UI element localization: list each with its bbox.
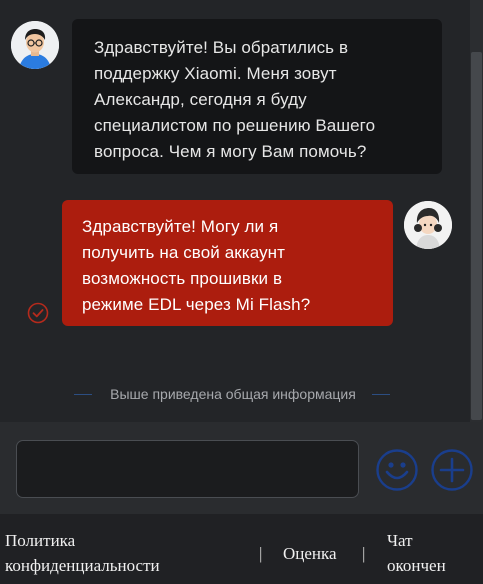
chat-ended-status: Чат окончен (387, 531, 446, 575)
rate-link[interactable]: Оценка (283, 541, 337, 566)
message-input[interactable] (16, 440, 359, 498)
footer-separator: | (259, 544, 263, 563)
chat-area: Здравствуйте! Вы обратились в поддержку … (0, 0, 483, 422)
plus-circle-icon[interactable] (430, 448, 474, 492)
agent-message: Здравствуйте! Вы обратились в поддержку … (72, 19, 442, 174)
footer-separator: | (362, 544, 366, 563)
chat-scrollbar-thumb[interactable] (471, 52, 482, 420)
divider-line-right (372, 394, 390, 395)
user-message: Здравствуйте! Могу ли я получить на свой… (62, 200, 393, 326)
agent-avatar (11, 21, 59, 69)
smiley-icon[interactable] (375, 448, 419, 492)
user-avatar (404, 201, 452, 249)
privacy-policy-link[interactable]: Политика конфиденциальности (5, 528, 245, 578)
divider-line-left (74, 394, 92, 395)
info-divider-text: Выше приведена общая информация (110, 386, 356, 402)
footer: Политика конфиденциальности | Оценка | Ч… (0, 514, 483, 584)
check-circle-icon (27, 302, 49, 324)
